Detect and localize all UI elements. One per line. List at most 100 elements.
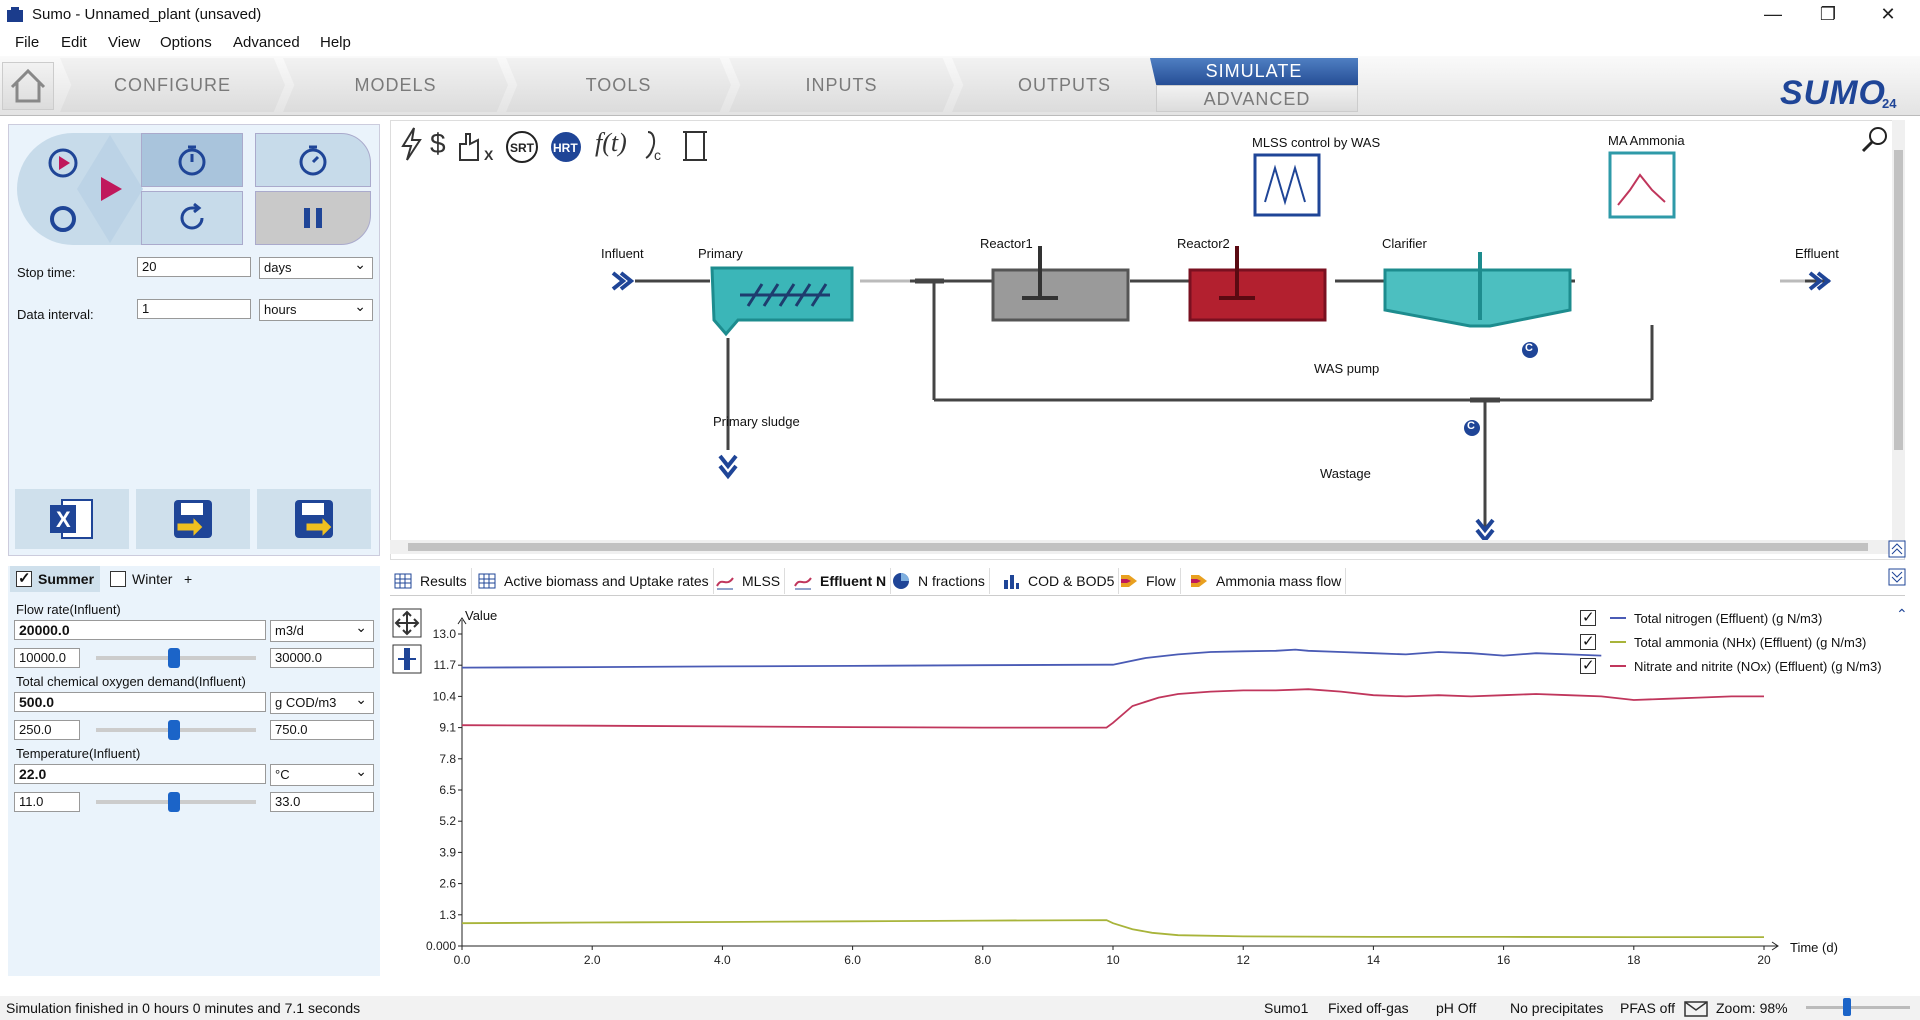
tab-effluent-n[interactable]: Effluent N (790, 568, 892, 594)
legend-item[interactable]: Total nitrogen (Effluent) (g N/m3) (1580, 606, 1882, 630)
flowsheet-canvas[interactable]: $ X SRT HRT f(t) c Influent Primary Reac… (390, 120, 1905, 560)
save-output-button[interactable] (257, 489, 371, 549)
x-tick-label: 4.0 (714, 953, 731, 967)
tab-active-biomass[interactable]: Active biomass and Uptake rates (474, 568, 714, 594)
label-effluent[interactable]: Effluent (1795, 246, 1839, 261)
tab-simulate[interactable]: SIMULATE (1150, 58, 1358, 85)
tab-mlss[interactable]: MLSS (712, 568, 786, 594)
legend-checkbox[interactable] (1580, 656, 1596, 674)
collapse-down-icon[interactable] (1888, 568, 1906, 586)
steady-state-button[interactable] (255, 133, 371, 187)
data-interval-input[interactable]: 1 (137, 299, 251, 319)
label-reactor2[interactable]: Reactor2 (1177, 236, 1230, 251)
menu-bar: File Edit View Options Advanced Help (0, 30, 1920, 56)
tab-results[interactable]: Results (390, 568, 472, 594)
step-play-icon (48, 148, 78, 178)
legend-checkbox[interactable] (1580, 608, 1596, 626)
legend-item[interactable]: Total ammonia (NHx) (Effluent) (g N/m3) (1580, 630, 1882, 654)
menu-edit[interactable]: Edit (61, 34, 87, 51)
vertical-scrollbar[interactable] (1892, 120, 1905, 540)
bar-chart-icon (1004, 575, 1019, 589)
cod-max[interactable]: 750.0 (270, 720, 374, 740)
export-excel-button[interactable]: X (15, 489, 129, 549)
add-scenario-button[interactable]: + (178, 566, 198, 592)
flow-rate-unit-select[interactable]: m3/d (270, 619, 374, 642)
zoom-search-icon[interactable] (1860, 124, 1890, 154)
stop-time-input[interactable]: 20 (137, 257, 251, 277)
save-load-icon (174, 500, 212, 539)
cod-input[interactable]: 500.0 (14, 692, 266, 712)
zoom-slider[interactable] (1806, 1006, 1910, 1009)
scenario-tab-winter[interactable]: Winter (104, 566, 178, 592)
flow-rate-min[interactable]: 10000.0 (14, 648, 80, 668)
close-button[interactable]: ✕ (1860, 0, 1916, 30)
chart-legend: Total nitrogen (Effluent) (g N/m3) Total… (1580, 606, 1882, 678)
summer-checkbox[interactable] (16, 569, 32, 587)
reset-button[interactable] (141, 191, 243, 245)
cod-unit-select[interactable]: g COD/m3 (270, 691, 374, 714)
tab-ammonia-mass-flow[interactable]: Ammonia mass flow (1186, 568, 1347, 594)
sumo-logo: SUMO 24 (1780, 74, 1897, 112)
menu-advanced[interactable]: Advanced (233, 34, 300, 51)
zoom-slider-thumb[interactable] (1843, 998, 1851, 1016)
menu-file[interactable]: File (15, 34, 39, 51)
series-line-1 (461, 919, 1764, 938)
label-primary[interactable]: Primary (698, 246, 743, 261)
flow-rate-slider-thumb[interactable] (168, 648, 180, 668)
y-tick-label: 1.3 (439, 908, 456, 922)
y-tick-label: 10.4 (433, 689, 457, 703)
data-interval-unit-select[interactable]: hours (259, 298, 373, 321)
tab-cod-bod5[interactable]: COD & BOD5 (998, 568, 1120, 594)
label-influent[interactable]: Influent (601, 246, 644, 261)
collapse-up-icon[interactable] (1888, 540, 1906, 558)
tab-tools[interactable]: TOOLS (506, 58, 731, 112)
menu-help[interactable]: Help (320, 34, 351, 51)
label-wastage[interactable]: Wastage (1320, 466, 1371, 481)
temperature-max[interactable]: 33.0 (270, 792, 374, 812)
temperature-slider-thumb[interactable] (168, 792, 180, 812)
pause-button[interactable] (255, 191, 371, 245)
legend-checkbox[interactable] (1580, 632, 1596, 650)
minimize-button[interactable]: — (1745, 0, 1801, 30)
tab-models[interactable]: MODELS (283, 58, 508, 112)
restore-button[interactable]: ❐ (1800, 0, 1856, 30)
cod-slider-thumb[interactable] (168, 720, 180, 740)
label-reactor1[interactable]: Reactor1 (980, 236, 1033, 251)
temperature-unit-select[interactable]: °C (270, 763, 374, 786)
label-ma-ammonia[interactable]: MA Ammonia (1608, 133, 1685, 148)
flow-rate-input[interactable]: 20000.0 (14, 620, 266, 640)
label-was-pump[interactable]: WAS pump (1314, 361, 1379, 376)
status-zoom: Zoom: 98% (1716, 1000, 1788, 1016)
label-primary-sludge[interactable]: Primary sludge (713, 414, 800, 429)
dynamic-run-button[interactable] (141, 133, 243, 187)
tab-n-fractions[interactable]: N fractions (888, 568, 990, 594)
label-clarifier[interactable]: Clarifier (1382, 236, 1427, 251)
line-chart-icon (716, 577, 734, 590)
temperature-min[interactable]: 11.0 (14, 792, 80, 812)
tab-configure[interactable]: CONFIGURE (60, 58, 285, 112)
tab-inputs[interactable]: INPUTS (729, 58, 954, 112)
stop-button[interactable] (47, 203, 79, 238)
save-state-button[interactable] (136, 489, 250, 549)
cod-min[interactable]: 250.0 (14, 720, 80, 740)
home-button[interactable] (2, 62, 54, 110)
legend-item[interactable]: Nitrate and nitrite (NOx) (Effluent) (g … (1580, 654, 1882, 678)
legend-collapse-icon[interactable]: ⌃ (1896, 606, 1908, 623)
mail-icon[interactable] (1684, 1001, 1708, 1017)
scenario-tab-summer[interactable]: Summer (10, 566, 101, 592)
menu-view[interactable]: View (108, 34, 140, 51)
tab-flow[interactable]: Flow (1116, 568, 1181, 594)
horizontal-scrollbar[interactable] (390, 540, 1892, 554)
flow-rate-max[interactable]: 30000.0 (270, 648, 374, 668)
step-run-button[interactable] (47, 147, 79, 182)
stop-time-unit-select[interactable]: days (259, 256, 373, 279)
temperature-input[interactable]: 22.0 (14, 764, 266, 784)
label-mlss-control[interactable]: MLSS control by WAS (1252, 135, 1380, 150)
status-ph: pH Off (1436, 1000, 1477, 1016)
tab-advanced[interactable]: ADVANCED (1156, 85, 1358, 112)
winter-checkbox[interactable] (110, 571, 126, 587)
x-axis-label: Time (d) (1790, 940, 1838, 955)
menu-options[interactable]: Options (160, 34, 212, 51)
tab-outputs[interactable]: OUTPUTS (952, 58, 1177, 112)
scenario-panel: Summer Winter + Flow rate(Influent) 2000… (8, 566, 380, 976)
